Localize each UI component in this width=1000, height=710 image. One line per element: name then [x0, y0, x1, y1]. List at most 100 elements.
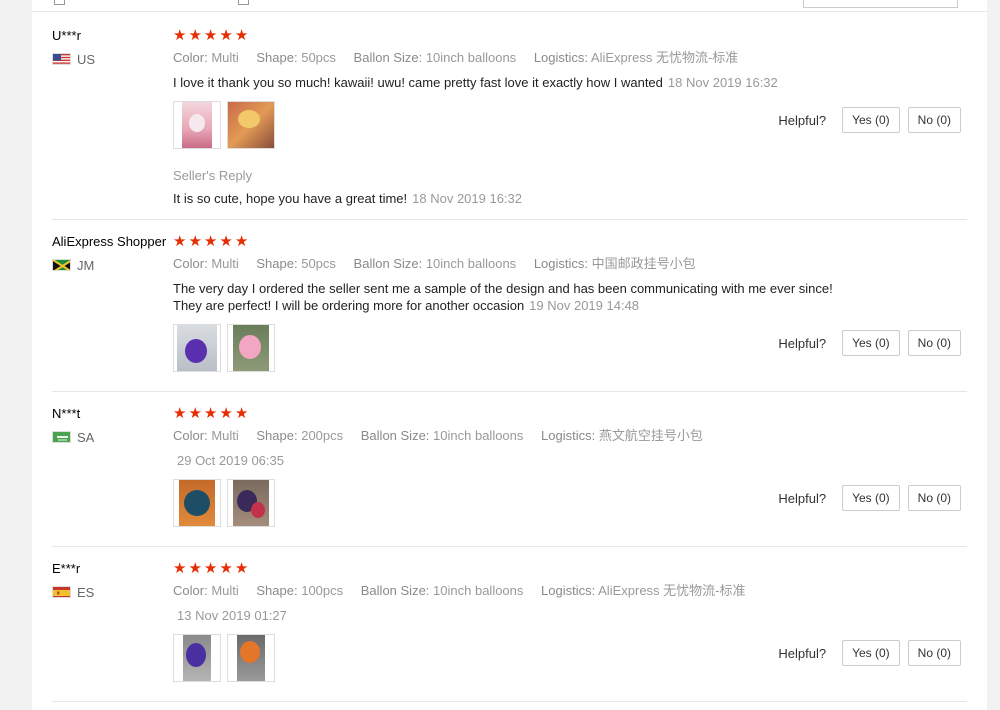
- logistics-key: Logistics:: [533, 50, 589, 65]
- color-key: Color:: [173, 50, 208, 65]
- logistics-value: AliExpress 无忧物流-标准: [598, 583, 746, 598]
- helpful-label: Helpful?: [778, 112, 827, 128]
- color-value: Multi: [211, 50, 239, 65]
- color-value: Multi: [211, 583, 239, 598]
- star-icon: ★: [234, 559, 249, 577]
- review-item: E***r ES ★ ★ ★ ★ ★ Color: Multi Shape: 100pc…: [52, 560, 967, 702]
- filter-checkbox[interactable]: [54, 0, 65, 5]
- reviews-panel: U***r US ★ ★ ★ ★ ★ Color: Multi Shape: 50pcs…: [32, 0, 987, 710]
- country-code: US: [77, 51, 96, 67]
- logistics-value: AliExpress 无忧物流-标准: [590, 50, 739, 65]
- logistics-value: 燕文航空挂号小包: [598, 428, 703, 443]
- helpful-label: Helpful?: [778, 335, 827, 351]
- helpful-no-button[interactable]: No (0): [907, 640, 961, 666]
- reviewer-name: U***r: [52, 28, 81, 43]
- country-code: ES: [77, 584, 95, 600]
- review-body: I love it thank you so much! kawaii! uwu…: [173, 75, 663, 90]
- shape-value: 200pcs: [301, 428, 344, 443]
- helpful-vote: Helpful? Yes (0) No (0): [778, 485, 961, 511]
- star-icon: ★: [203, 404, 218, 422]
- review-photo[interactable]: [173, 324, 221, 372]
- helpful-no-button[interactable]: No (0): [907, 485, 961, 511]
- star-rating: ★ ★ ★ ★ ★: [173, 405, 963, 421]
- helpful-yes-button[interactable]: Yes (0): [842, 640, 900, 666]
- logistics-key: Logistics:: [541, 583, 596, 598]
- reviewer-country: ES: [52, 584, 94, 600]
- size-key: Ballon Size:: [353, 50, 423, 65]
- review-photo[interactable]: [173, 101, 221, 149]
- review-photo[interactable]: [227, 101, 275, 149]
- size-key: Ballon Size:: [360, 583, 430, 598]
- review-item: U***r US ★ ★ ★ ★ ★ Color: Multi Shape: 50pcs…: [52, 27, 967, 220]
- reviewer-name: AliExpress Shopper: [52, 234, 167, 249]
- helpful-vote: Helpful? Yes (0) No (0): [778, 640, 961, 666]
- helpful-yes-button[interactable]: Yes (0): [842, 485, 900, 511]
- shape-value: 50pcs: [301, 50, 336, 65]
- star-icon: ★: [188, 404, 202, 422]
- star-icon: ★: [173, 559, 187, 577]
- country-code: SA: [77, 429, 95, 445]
- filter-checkbox-2[interactable]: [238, 0, 249, 5]
- shape-key: Shape:: [256, 50, 298, 65]
- reviewer-name: E***r: [52, 561, 81, 576]
- review-photo[interactable]: [227, 634, 275, 682]
- review-time: 18 Nov 2019 16:32: [667, 75, 778, 90]
- color-value: Multi: [211, 256, 239, 271]
- size-value: 10inch balloons: [433, 428, 524, 443]
- review-photo[interactable]: [173, 634, 221, 682]
- helpful-no-button[interactable]: No (0): [907, 107, 961, 133]
- size-key: Ballon Size:: [353, 256, 423, 271]
- star-icon: ★: [219, 26, 233, 44]
- color-key: Color:: [173, 256, 208, 271]
- star-icon: ★: [234, 26, 249, 44]
- review-photo[interactable]: [227, 324, 275, 372]
- star-icon: ★: [234, 404, 249, 422]
- logistics-value: 中国邮政挂号小包: [591, 256, 696, 271]
- logistics-key: Logistics:: [541, 428, 596, 443]
- shape-value: 50pcs: [301, 256, 336, 271]
- sort-select[interactable]: [803, 0, 958, 8]
- order-properties: Color: Multi Shape: 50pcs Ballon Size: 1…: [173, 50, 963, 66]
- size-value: 10inch balloons: [433, 583, 524, 598]
- country-code: JM: [77, 257, 95, 273]
- shape-key: Shape:: [256, 256, 298, 271]
- helpful-yes-button[interactable]: Yes (0): [842, 107, 900, 133]
- seller-reply-time: 18 Nov 2019 16:32: [412, 191, 523, 206]
- color-value: Multi: [211, 428, 239, 443]
- star-icon: ★: [173, 232, 187, 250]
- star-icon: ★: [188, 232, 202, 250]
- order-properties: Color: Multi Shape: 100pcs Ballon Size: …: [173, 583, 963, 599]
- reviewer-name: N***t: [52, 406, 81, 421]
- star-icon: ★: [203, 232, 218, 250]
- review-item: N***t SA ★ ★ ★ ★ ★ Color: Multi Shape: 200pc…: [52, 405, 967, 547]
- size-value: 10inch balloons: [425, 50, 517, 65]
- seller-reply-title: Seller's Reply: [173, 168, 253, 183]
- helpful-label: Helpful?: [778, 645, 827, 661]
- star-icon: ★: [234, 232, 249, 250]
- order-properties: Color: Multi Shape: 200pcs Ballon Size: …: [173, 428, 963, 444]
- review-body-line2: They are perfect! I will be ordering mor…: [173, 298, 525, 313]
- review-photo[interactable]: [227, 479, 275, 527]
- review-text: The very day I ordered the seller sent m…: [173, 280, 963, 314]
- filter-bar: [32, 0, 987, 12]
- size-value: 10inch balloons: [425, 256, 517, 271]
- star-icon: ★: [203, 559, 218, 577]
- star-icon: ★: [173, 404, 187, 422]
- star-rating: ★ ★ ★ ★ ★: [173, 560, 963, 576]
- reviewer-country: JM: [52, 257, 94, 273]
- helpful-yes-button[interactable]: Yes (0): [842, 330, 900, 356]
- review-text: I love it thank you so much! kawaii! uwu…: [173, 74, 963, 91]
- review-time: 19 Nov 2019 14:48: [529, 298, 640, 313]
- reviewer-country: US: [52, 51, 95, 67]
- star-icon: ★: [188, 559, 202, 577]
- us-flag-icon: [52, 53, 71, 65]
- review-time: 29 Oct 2019 06:35: [177, 453, 284, 468]
- review-body-line1: The very day I ordered the seller sent m…: [173, 281, 833, 296]
- jm-flag-icon: [52, 259, 71, 271]
- size-key: Ballon Size:: [360, 428, 430, 443]
- helpful-no-button[interactable]: No (0): [907, 330, 961, 356]
- review-photo[interactable]: [173, 479, 221, 527]
- seller-reply: It is so cute, hope you have a great tim…: [173, 190, 963, 207]
- order-properties: Color: Multi Shape: 50pcs Ballon Size: 1…: [173, 256, 963, 272]
- color-key: Color:: [173, 583, 208, 598]
